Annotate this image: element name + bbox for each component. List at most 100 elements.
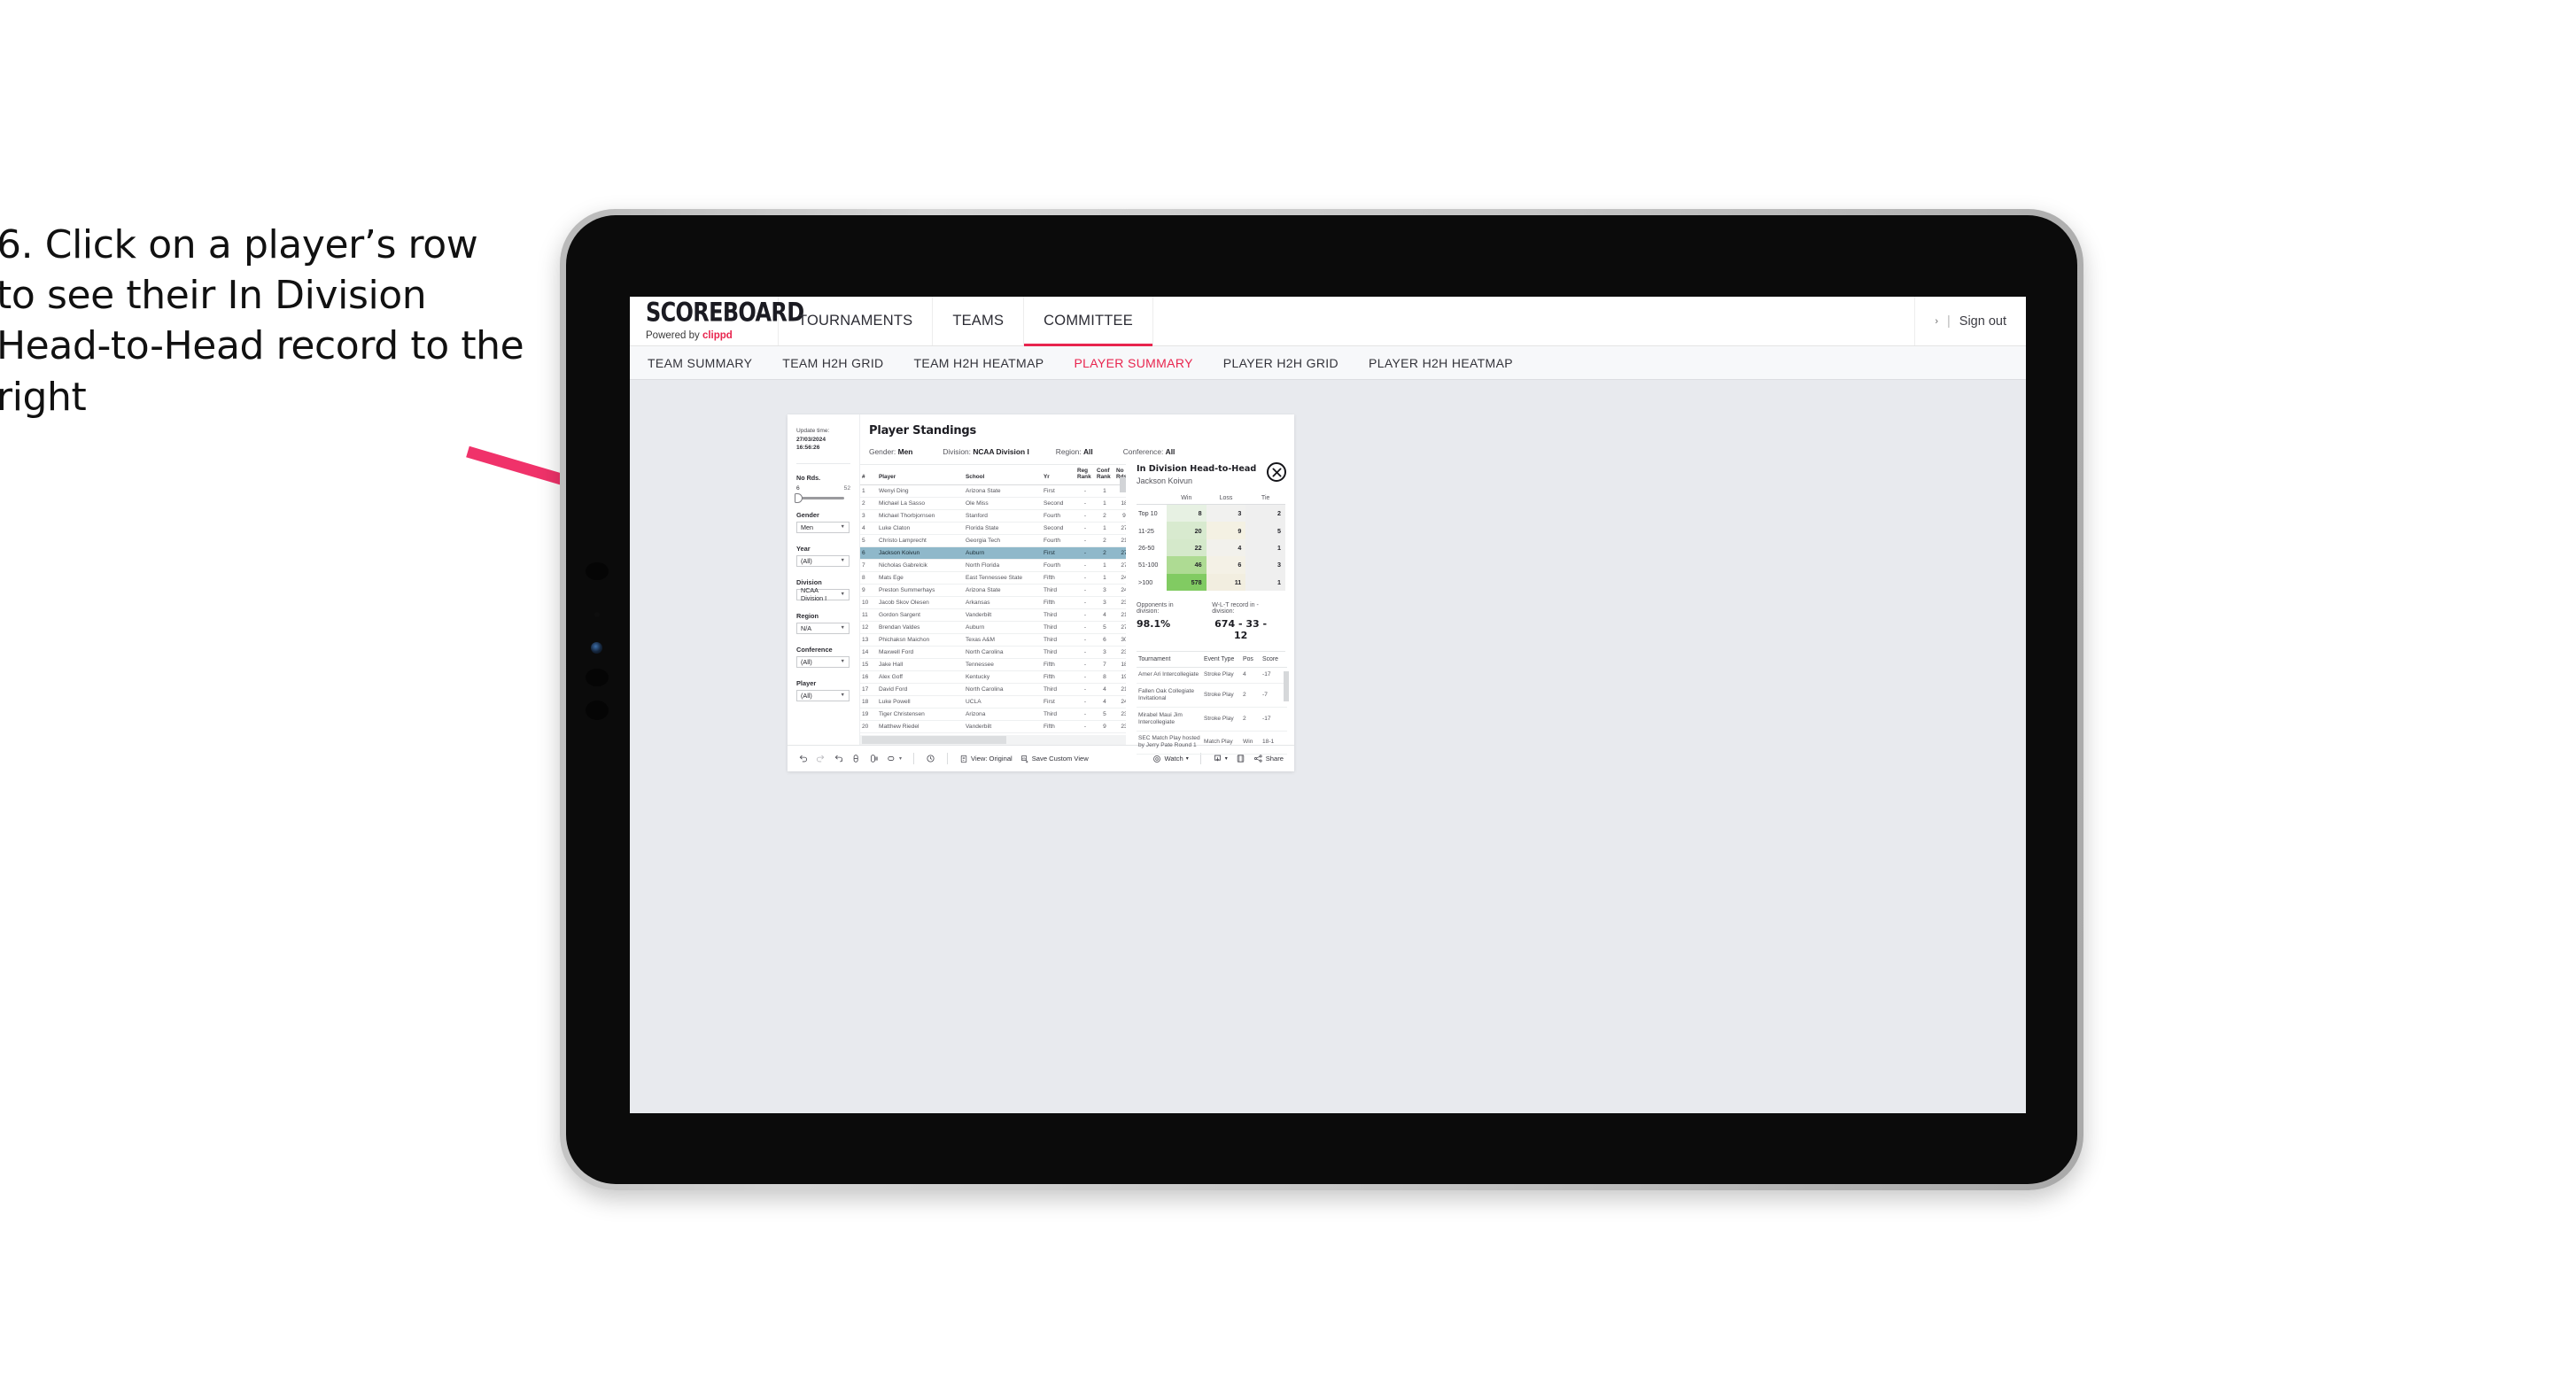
brand-logo[interactable]: SCOREBOARD Powered by clippd (630, 297, 804, 345)
tournament-row[interactable]: Amer Ari Intercollegiate Stroke Play 4 -17 (1137, 667, 1287, 685)
table-row[interactable]: 6Jackson KoivunAuburnFirst-2271 (860, 546, 1126, 561)
h2h-win-cell[interactable]: 22 (1167, 538, 1207, 557)
table-horizontal-scrollbar[interactable] (860, 735, 1126, 745)
table-row[interactable]: 5Christo LamprechtGeorgia TechFourth-221… (860, 534, 1126, 548)
share-button[interactable]: Share (1253, 754, 1284, 763)
th-reg-rank[interactable]: Reg Rank (1075, 465, 1095, 486)
filter-division-select[interactable]: NCAA Division I ▼ (796, 586, 850, 602)
cell-no-rds: 23 (1114, 646, 1126, 660)
th-year[interactable]: Yr (1042, 465, 1075, 486)
cell-player-name: Maxwell Ford (877, 646, 964, 660)
subtab-team-summary[interactable]: TEAM SUMMARY (648, 356, 752, 370)
nav-tab-committee[interactable]: COMMITTEE (1024, 297, 1153, 346)
table-row[interactable]: 20Matthew RiedelVanderbiltFifth-9230 (860, 720, 1126, 733)
filter-year-select[interactable]: (All) ▼ (796, 554, 850, 567)
table-row[interactable]: 14Maxwell FordNorth CarolinaThird-3230 (860, 646, 1126, 660)
subtab-player-h2h-heatmap[interactable]: PLAYER H2H HEATMAP (1369, 356, 1513, 370)
nav-tab-teams[interactable]: TEAMS (933, 297, 1025, 345)
h2h-record-body: Top 10 8 3 2 11-25 20 9 5 26-50 22 4 1 51-100 46 6 3 >10… (1137, 504, 1285, 591)
fullscreen-icon[interactable] (1236, 754, 1245, 763)
table-row[interactable]: 7 Nicholas Gabrelcik North Florida Fourth -1… (860, 559, 1126, 573)
highlight-icon[interactable]: ▾ (887, 754, 902, 763)
save-custom-view-button[interactable]: Save Custom View (1020, 755, 1089, 763)
table-row[interactable]: 13Phichaksn MaichonTexas A&MThird-6301 (860, 633, 1126, 647)
filter-gender-select[interactable]: Men ▼ (796, 521, 850, 533)
table-row[interactable]: 11Gordon SargentVanderbiltThird-4210 (860, 608, 1126, 623)
th-rank[interactable]: # (860, 465, 877, 486)
th-tournament[interactable]: Tournament (1137, 651, 1202, 668)
close-circle-icon[interactable] (1267, 462, 1286, 482)
h2h-tie-cell[interactable]: 1 (1245, 573, 1285, 591)
front-camera-icon (586, 562, 609, 580)
th-conf-rank[interactable]: Conf Rank (1095, 465, 1114, 486)
undo-icon[interactable] (798, 754, 808, 763)
tournament-row[interactable]: Fallen Oak Collegiate Invitational Stroke… (1137, 683, 1287, 708)
table-row[interactable]: 18Luke PowellUCLAFirst-4241 (860, 695, 1126, 709)
subtab-player-h2h-grid[interactable]: PLAYER H2H GRID (1223, 356, 1338, 370)
table-row[interactable]: 2Michael La SassoOle MissSecond-1180 (860, 497, 1126, 511)
table-row[interactable]: 10Jacob Skov OlesenArkansasFifth-3230 (860, 596, 1126, 610)
th-score[interactable]: Score (1261, 651, 1287, 668)
pause-updates-icon[interactable] (869, 754, 879, 763)
watch-button[interactable]: Watch ▾ (1152, 755, 1189, 763)
th-pos[interactable]: Pos (1241, 651, 1261, 668)
h2h-tie-cell[interactable]: 2 (1245, 504, 1285, 523)
view-history-icon[interactable] (926, 754, 935, 763)
subtab-team-h2h-heatmap[interactable]: TEAM H2H HEATMAP (914, 356, 1044, 370)
filter-conference-select[interactable]: (All) ▼ (796, 655, 850, 668)
table-row[interactable]: 17David FordNorth CarolinaThird-4211 (860, 683, 1126, 697)
redo-icon[interactable] (816, 754, 826, 763)
table-row[interactable]: 16Alex GoffKentuckyFifth-8190 (860, 670, 1126, 685)
hscroll-thumb[interactable] (862, 736, 1006, 744)
h2h-loss-cell[interactable]: 3 (1206, 504, 1246, 523)
table-row[interactable]: 3Michael ThorbjornsenStanfordFourth-291 (860, 509, 1126, 523)
h2h-tie-cell[interactable]: 5 (1245, 522, 1285, 539)
tournament-row[interactable]: Mirabel Maui Jim Intercollegiate Stroke P… (1137, 707, 1287, 732)
tournament-row[interactable]: SEC Match Play hosted by Jerry Pate Roun… (1137, 731, 1287, 755)
instruction-caption: 6. Click on a player’s row to see their … (0, 222, 524, 420)
h2h-win-cell[interactable]: 8 (1167, 504, 1207, 523)
filter-year-label: Year (796, 544, 811, 553)
h2h-loss-cell[interactable]: 9 (1206, 522, 1246, 539)
table-row[interactable]: 1Wenyi DingArizona StateFirst-1151 (860, 484, 1126, 499)
player-standings-scroll[interactable]: # Player School Yr Reg Rank Conf Rank No… (860, 465, 1126, 733)
h2h-loss-cell[interactable]: 4 (1206, 538, 1246, 557)
th-player[interactable]: Player (877, 465, 964, 486)
sign-out-link[interactable]: Sign out (1959, 314, 2006, 329)
table-row[interactable]: 12Brendan ValdesAuburnThird-5270 (860, 621, 1126, 635)
subtab-team-h2h-grid[interactable]: TEAM H2H GRID (782, 356, 883, 370)
cell-no-rds: 23 (1114, 720, 1126, 733)
screenshot-stage: 6. Click on a player’s row to see their … (0, 0, 2576, 1386)
filter-player-select[interactable]: (All) ▼ (796, 689, 850, 701)
subtab-player-summary[interactable]: PLAYER SUMMARY (1074, 356, 1192, 370)
slider-thumb[interactable] (795, 492, 803, 503)
nav-tab-tournaments[interactable]: TOURNAMENTS (779, 297, 934, 345)
filter-region-select[interactable]: N/A ▼ (796, 622, 850, 634)
h2h-win-cell[interactable]: 20 (1167, 522, 1207, 539)
h2h-loss-cell[interactable]: 6 (1206, 556, 1246, 574)
table-row[interactable]: 15Jake HallTennesseeFifth-7180 (860, 658, 1126, 672)
h2h-loss-cell[interactable]: 11 (1206, 573, 1246, 591)
download-icon[interactable]: ▾ (1213, 754, 1228, 763)
table-row[interactable]: 4Luke ClatonFlorida StateSecond-1272 (860, 522, 1126, 536)
h2h-win-cell[interactable]: 578 (1167, 573, 1207, 591)
h2h-tie-cell[interactable]: 3 (1245, 556, 1285, 574)
no-rounds-slider[interactable] (795, 492, 844, 503)
chevron-right-icon[interactable]: › (1935, 316, 1938, 327)
table-vertical-scrollbar[interactable] (1120, 477, 1126, 492)
table-row[interactable]: 8Mats EgeEast Tennessee StateFifth-1242 (860, 571, 1126, 585)
tournament-header-row: Tournament Event Type Pos Score (1137, 651, 1287, 668)
tournament-vertical-scrollbar[interactable] (1284, 670, 1289, 701)
revert-icon[interactable] (834, 754, 843, 763)
cell-reg-rank: - (1075, 584, 1095, 598)
th-event-type[interactable]: Event Type (1202, 651, 1241, 668)
view-original-button[interactable]: View: Original (959, 755, 1013, 763)
refresh-data-icon[interactable] (851, 754, 861, 763)
cell-school: North Carolina (964, 683, 1042, 697)
h2h-win-cell[interactable]: 46 (1167, 556, 1207, 574)
th-school[interactable]: School (964, 465, 1042, 486)
table-row[interactable]: 19Tiger ChristensenArizonaThird-5232 (860, 708, 1126, 722)
table-row[interactable]: 9 Preston Summerhays Arizona State Third -3 2… (860, 584, 1126, 598)
h2h-tie-cell[interactable]: 1 (1245, 538, 1285, 557)
h2h-row: Top 10 8 3 2 (1137, 504, 1285, 523)
